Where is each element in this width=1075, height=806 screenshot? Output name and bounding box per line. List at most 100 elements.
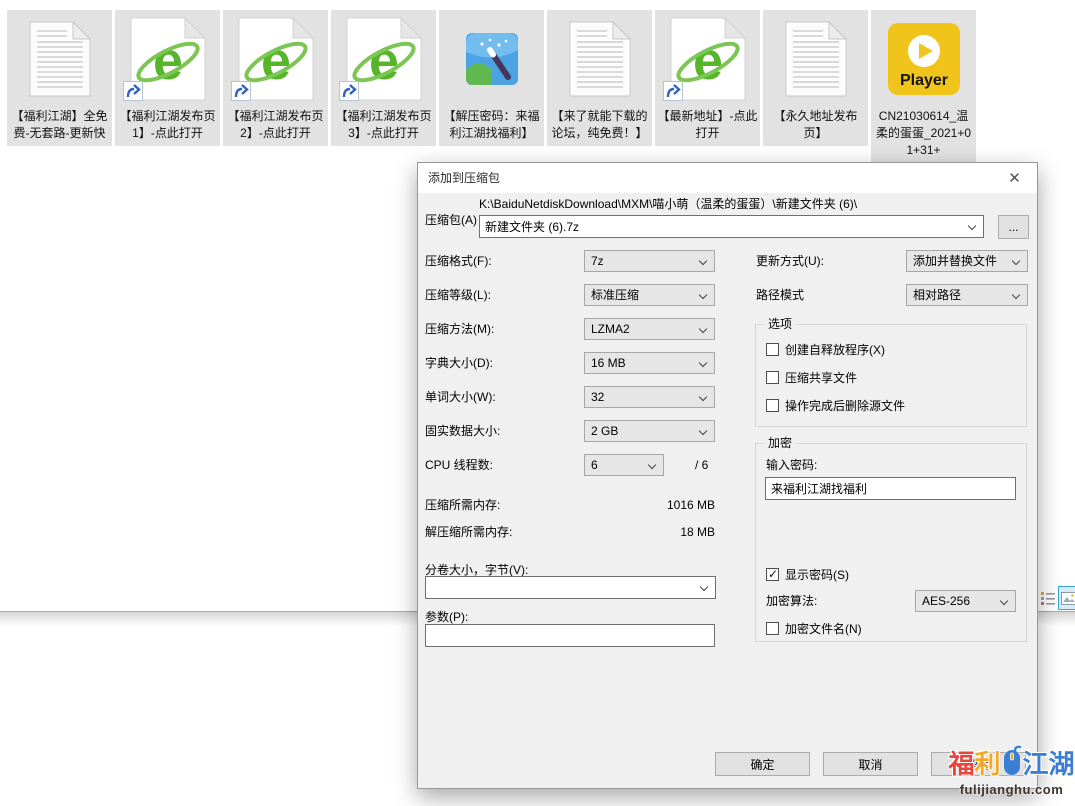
memory-decompress-row: 解压缩所需内存: 18 MB xyxy=(425,524,715,540)
cpu-threads-max: / 6 xyxy=(695,454,708,476)
shortcut-arrow-icon xyxy=(231,81,251,106)
encrypt-names-checkbox-label: 加密文件名(N) xyxy=(785,620,862,637)
password-label: 输入密码: xyxy=(766,454,817,476)
thumbnail-view-icon[interactable] xyxy=(1058,586,1075,610)
sfx-checkbox-label: 创建自释放程序(X) xyxy=(785,341,885,358)
shortcut-arrow-icon xyxy=(123,81,143,106)
word-size-label: 单词大小(W): xyxy=(425,386,496,408)
parameters-input[interactable] xyxy=(426,625,714,646)
desktop-file[interactable]: 【福利江湖】全免费-无套路-更新快 xyxy=(7,10,112,146)
file-label: 【福利江湖发布页3】-点此打开 xyxy=(331,108,436,142)
desktop: 【福利江湖】全免费-无套路-更新快e【福利江湖发布页1】-点此打开e【福利江湖发… xyxy=(0,0,1075,806)
browse-button[interactable]: ... xyxy=(998,215,1029,239)
archive-path: K:\BaiduNetdiskDownload\MXM\喵小萌（温柔的蛋蛋）\新… xyxy=(479,193,857,215)
options-group: 选项 创建自释放程序(X) 压缩共享文件 操作完成后删除源文件 xyxy=(755,324,1027,427)
dialog-titlebar: 添加到压缩包 ✕ xyxy=(418,163,1037,193)
dictionary-label: 字典大小(D): xyxy=(425,352,493,374)
delete-after-checkbox-label: 操作完成后删除源文件 xyxy=(785,397,905,414)
password-field[interactable] xyxy=(765,477,1016,500)
sfx-checkbox[interactable] xyxy=(766,343,779,356)
player-icon: Player xyxy=(871,10,976,108)
parameters-field[interactable] xyxy=(425,624,715,647)
text-document-icon xyxy=(763,10,868,108)
file-label: 【福利江湖】全免费-无套路-更新快 xyxy=(7,108,112,142)
shortcut-arrow-icon xyxy=(339,81,359,106)
file-label: 【解压密码：来福利江湖找福利】 xyxy=(439,108,544,142)
encrypt-names-checkbox[interactable] xyxy=(766,622,779,635)
method-select[interactable]: LZMA2 xyxy=(584,318,715,340)
path-mode-select[interactable]: 相对路径 xyxy=(906,284,1028,306)
cpu-threads-select[interactable]: 6 xyxy=(584,454,664,476)
desktop-file[interactable]: Player CN21030614_温柔的蛋蛋_2021+01+31+ xyxy=(871,10,976,163)
password-input[interactable] xyxy=(766,478,1015,499)
file-label: 【福利江湖发布页1】-点此打开 xyxy=(115,108,220,142)
chevron-down-icon xyxy=(699,359,707,367)
chevron-down-icon xyxy=(1012,257,1020,265)
shared-files-checkbox[interactable] xyxy=(766,371,779,384)
chevron-down-icon xyxy=(699,257,707,265)
ie-browser-icon: e xyxy=(331,10,436,108)
archive-name-input[interactable] xyxy=(480,216,961,237)
ie-browser-icon: e xyxy=(655,10,760,108)
chevron-down-icon xyxy=(648,461,656,469)
format-label: 压缩格式(F): xyxy=(425,250,492,272)
image-file-icon xyxy=(439,10,544,108)
show-password-checkbox-label: 显示密码(S) xyxy=(785,566,849,583)
desktop-file[interactable]: 【解压密码：来福利江湖找福利】 xyxy=(439,10,544,146)
watermark-logo: 福利 江湖 xyxy=(948,744,1075,784)
desktop-file[interactable]: 【来了就能下载的论坛，纯免费！】 xyxy=(547,10,652,146)
desktop-file[interactable]: e【福利江湖发布页2】-点此打开 xyxy=(223,10,328,146)
view-toggles xyxy=(1040,586,1075,610)
archive-label: 压缩包(A) xyxy=(425,209,477,231)
show-password-checkbox-row[interactable]: 显示密码(S) xyxy=(766,566,849,582)
delete-after-checkbox[interactable] xyxy=(766,399,779,412)
cpu-threads-label: CPU 线程数: xyxy=(425,454,493,476)
delete-after-checkbox-row[interactable]: 操作完成后删除源文件 xyxy=(766,397,905,413)
format-select[interactable]: 7z xyxy=(584,250,715,272)
sfx-checkbox-row[interactable]: 创建自释放程序(X) xyxy=(766,341,885,357)
close-icon[interactable]: ✕ xyxy=(992,163,1037,192)
ie-browser-icon: e xyxy=(223,10,328,108)
add-to-archive-dialog: 添加到压缩包 ✕ 压缩包(A) K:\BaiduNetdiskDownload\… xyxy=(417,162,1038,789)
svg-text:e: e xyxy=(152,31,182,91)
file-label: CN21030614_温柔的蛋蛋_2021+01+31+ xyxy=(871,108,976,159)
desktop-file[interactable]: 【永久地址发布页】 xyxy=(763,10,868,146)
desktop-file[interactable]: e【最新地址】-点此打开 xyxy=(655,10,760,146)
word-size-select[interactable]: 32 xyxy=(584,386,715,408)
encryption-group: 加密 输入密码: 显示密码(S) 加密算法: AES-256 加密文件名(N) xyxy=(755,443,1027,642)
encryption-algorithm-select[interactable]: AES-256 xyxy=(915,590,1016,612)
volume-size-input[interactable] xyxy=(426,577,693,598)
details-view-icon[interactable] xyxy=(1040,589,1056,607)
dictionary-select[interactable]: 16 MB xyxy=(584,352,715,374)
encrypt-names-checkbox-row[interactable]: 加密文件名(N) xyxy=(766,620,862,636)
archive-name-combobox[interactable] xyxy=(479,215,984,238)
chevron-down-icon xyxy=(1012,291,1020,299)
encryption-group-title: 加密 xyxy=(764,436,796,450)
desktop-file[interactable]: e 【福利江湖发布页1】-点此打开 xyxy=(115,10,220,146)
level-label: 压缩等级(L): xyxy=(425,284,491,306)
encryption-algorithm-label: 加密算法: xyxy=(766,590,817,612)
level-select[interactable]: 标准压缩 xyxy=(584,284,715,306)
memory-compress-value: 1016 MB xyxy=(667,497,715,513)
chevron-down-icon[interactable] xyxy=(968,222,976,230)
desktop-file[interactable]: e 【福利江湖发布页3】-点此打开 xyxy=(331,10,436,146)
cancel-button[interactable]: 取消 xyxy=(823,752,918,776)
show-password-checkbox[interactable] xyxy=(766,568,779,581)
file-label: 【永久地址发布页】 xyxy=(763,108,868,142)
options-group-title: 选项 xyxy=(764,317,796,331)
memory-decompress-value: 18 MB xyxy=(680,524,715,540)
solid-block-select[interactable]: 2 GB xyxy=(584,420,715,442)
mouse-icon xyxy=(1002,744,1022,784)
memory-compress-label: 压缩所需内存: xyxy=(425,497,500,513)
ok-button[interactable]: 确定 xyxy=(715,752,810,776)
svg-text:e: e xyxy=(368,31,398,91)
chevron-down-icon[interactable] xyxy=(700,583,708,591)
svg-text:Player: Player xyxy=(899,72,947,89)
shared-files-checkbox-row[interactable]: 压缩共享文件 xyxy=(766,369,857,385)
chevron-down-icon xyxy=(699,291,707,299)
shortcut-arrow-icon xyxy=(663,81,683,106)
memory-decompress-label: 解压缩所需内存: xyxy=(425,524,512,540)
volume-size-combobox[interactable] xyxy=(425,576,716,599)
text-document-icon xyxy=(547,10,652,108)
update-mode-select[interactable]: 添加并替换文件 xyxy=(906,250,1028,272)
